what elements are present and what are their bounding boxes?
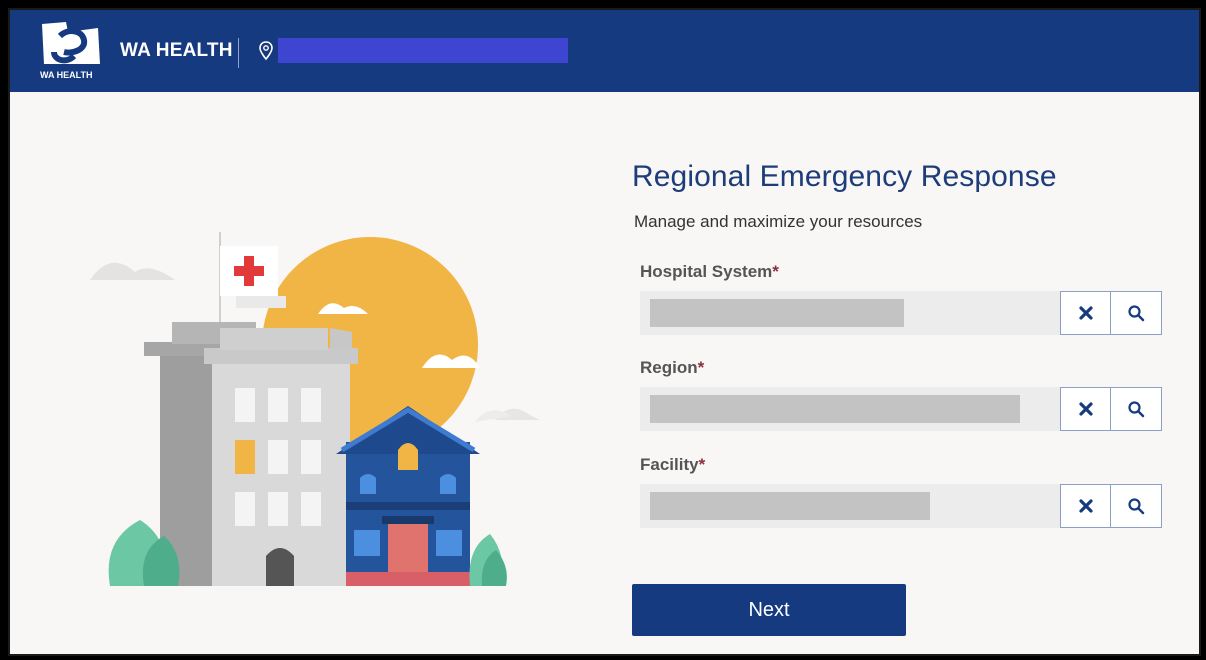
location-selector[interactable] xyxy=(278,38,568,63)
wa-health-logo[interactable]: WA HEALTH xyxy=(38,18,104,82)
search-icon xyxy=(1128,401,1145,418)
required-mark: * xyxy=(698,455,706,474)
facility-label: Facility* xyxy=(640,455,705,475)
search-button[interactable] xyxy=(1110,387,1162,431)
facility-field[interactable] xyxy=(640,484,1162,528)
clear-icon xyxy=(1079,402,1093,416)
search-button[interactable] xyxy=(1110,484,1162,528)
logo-caption: WA HEALTH xyxy=(40,70,93,80)
app-frame: WA HEALTH WA HEALTH Regional Emergency R… xyxy=(8,8,1201,656)
required-mark: * xyxy=(772,262,779,281)
next-button[interactable]: Next xyxy=(632,584,906,636)
region-label-text: Region xyxy=(640,358,698,377)
facility-value xyxy=(650,492,930,520)
region-value xyxy=(650,395,1020,423)
header-bar: WA HEALTH WA HEALTH xyxy=(10,10,1199,92)
region-field[interactable] xyxy=(640,387,1162,431)
hospital-system-field[interactable] xyxy=(640,291,1162,335)
hospital-system-value xyxy=(650,299,904,327)
page-title: Regional Emergency Response xyxy=(632,160,1057,193)
clear-button[interactable] xyxy=(1060,387,1112,431)
clear-icon xyxy=(1079,306,1093,320)
page-subtitle: Manage and maximize your resources xyxy=(634,212,923,231)
location-pin-icon xyxy=(259,41,273,61)
search-icon xyxy=(1128,498,1145,515)
clear-icon xyxy=(1079,499,1093,513)
region-label: Region* xyxy=(640,358,704,378)
hospital-illustration xyxy=(90,232,540,586)
hospital-system-label: Hospital System* xyxy=(640,262,779,282)
required-mark: * xyxy=(697,358,705,377)
header-divider xyxy=(238,38,239,68)
clear-button[interactable] xyxy=(1060,484,1112,528)
search-icon xyxy=(1128,305,1145,322)
clear-button[interactable] xyxy=(1060,291,1112,335)
facility-label-text: Facility xyxy=(640,455,699,474)
hospital-system-label-text: Hospital System xyxy=(640,262,773,281)
search-button[interactable] xyxy=(1110,291,1162,335)
brand-name: WA HEALTH xyxy=(120,40,233,61)
